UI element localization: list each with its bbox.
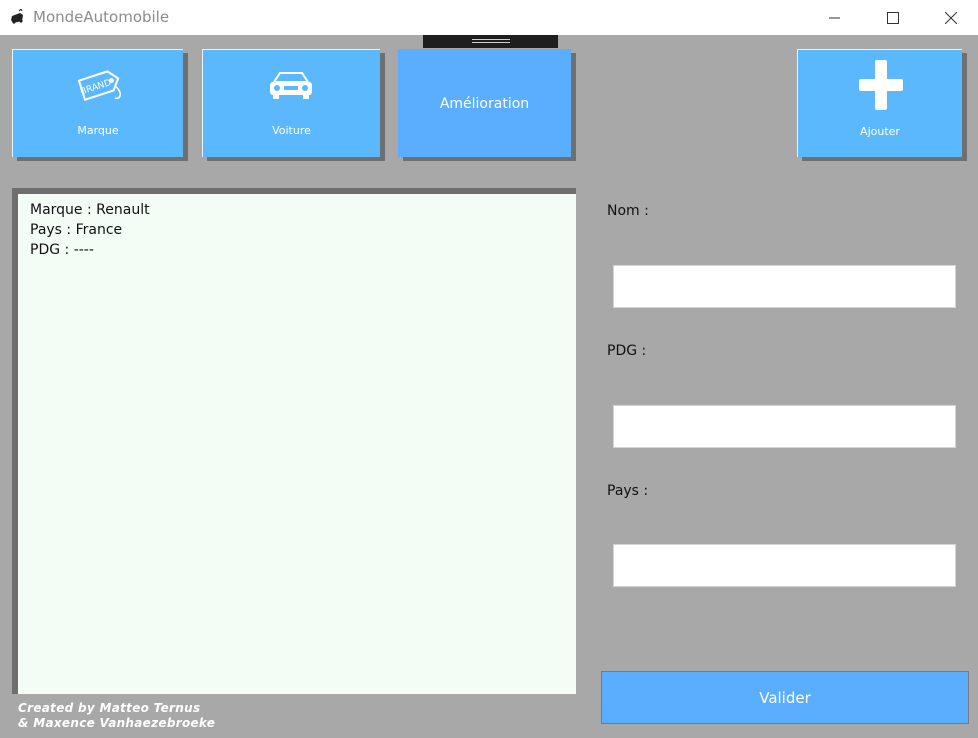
nav-voiture-button[interactable]: Voiture xyxy=(202,49,380,157)
nom-label: Nom : xyxy=(607,203,649,219)
detail-marque: Marque : Renault xyxy=(30,202,150,218)
pdg-label: PDG : xyxy=(607,343,647,359)
add-button[interactable]: Ajouter xyxy=(797,49,962,157)
credits-line-1: Created by Matteo Ternus xyxy=(18,701,201,715)
pdg-input[interactable] xyxy=(613,405,956,448)
close-button[interactable] xyxy=(922,0,978,35)
nav-marque-label: Marque xyxy=(77,124,119,137)
title-bar: MondeAutomobile xyxy=(0,0,978,35)
nom-input[interactable] xyxy=(613,265,956,308)
valider-button[interactable]: Valider xyxy=(601,671,969,724)
tab-handle xyxy=(423,35,558,48)
close-icon xyxy=(945,11,957,24)
maximize-icon xyxy=(887,11,899,24)
minimize-icon xyxy=(829,17,840,18)
credits-line-2: & Maxence Vanhaezebroeke xyxy=(18,716,216,730)
window-title: MondeAutomobile xyxy=(33,8,170,26)
add-button-label: Ajouter xyxy=(860,125,900,138)
plus-icon xyxy=(859,60,903,110)
pays-input[interactable] xyxy=(613,544,956,587)
svg-text:BRAND: BRAND xyxy=(79,78,112,97)
details-panel: Marque : Renault Pays : France PDG : ---… xyxy=(12,188,576,694)
car-icon xyxy=(270,72,312,99)
detail-pays: Pays : France xyxy=(30,222,123,238)
pays-label: Pays : xyxy=(607,483,649,499)
maximize-button[interactable] xyxy=(864,0,922,35)
detail-pdg: PDG : ---- xyxy=(30,242,94,258)
nav-voiture-label: Voiture xyxy=(272,124,311,137)
minimize-button[interactable] xyxy=(806,0,864,35)
nav-amelioration-label: Amélioration xyxy=(439,96,530,112)
nav-amelioration-button[interactable]: Amélioration xyxy=(398,49,571,157)
brand-tag-icon: BRAND xyxy=(77,70,121,101)
car-app-icon xyxy=(11,9,23,24)
nav-marque-button[interactable]: BRAND Marque xyxy=(12,49,183,157)
credits: Created by Matteo Ternus & Maxence Vanha… xyxy=(18,701,215,731)
